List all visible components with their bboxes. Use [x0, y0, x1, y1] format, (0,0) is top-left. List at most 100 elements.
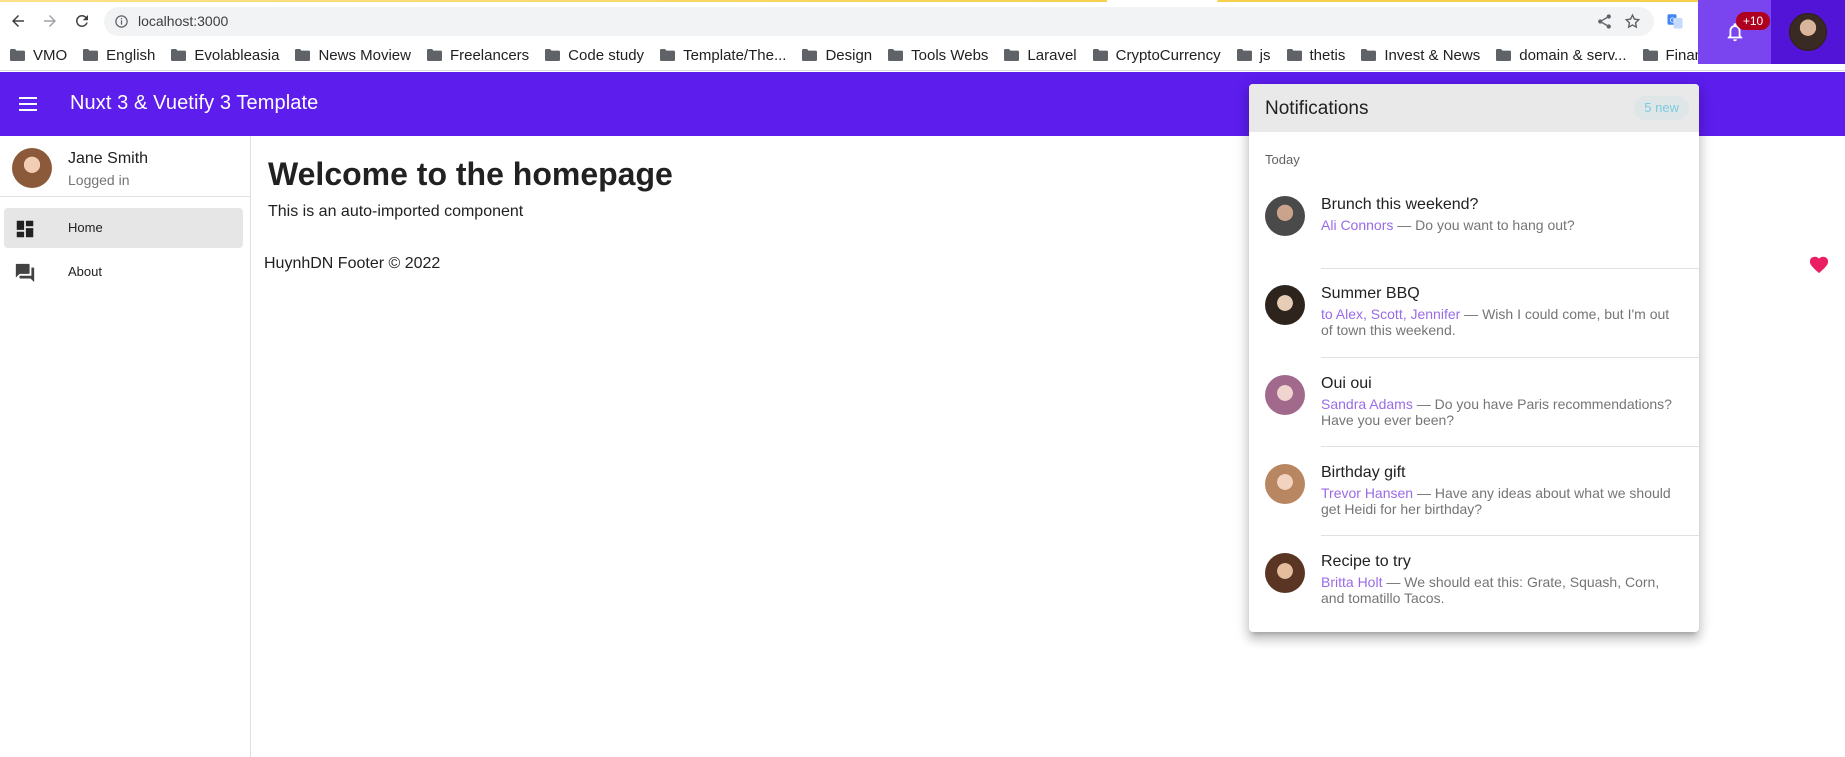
bookmark-label: Code study [568, 46, 645, 64]
star-icon[interactable] [1624, 13, 1641, 30]
bookmark-folder[interactable]: Tools Webs [888, 47, 988, 64]
bookmark-folder[interactable]: News Moview [295, 47, 411, 64]
notification-item[interactable]: Summer BBQ to Alex, Scott, Jennifer — Wi… [1249, 285, 1699, 373]
notification-title: Summer BBQ [1321, 285, 1420, 302]
bookmark-folder[interactable]: VMO [10, 47, 67, 64]
drawer-user-header: Jane Smith Logged in [0, 136, 250, 197]
folder-icon [1286, 49, 1302, 61]
notification-title: Oui oui [1321, 375, 1372, 392]
bookmark-folder[interactable]: Template/The... [660, 47, 786, 64]
reload-button[interactable] [70, 9, 94, 33]
bookmark-label: Freelancers [449, 46, 530, 64]
forum-icon [15, 263, 35, 283]
bookmark-folder[interactable]: Evolableasia [171, 47, 279, 64]
folder-icon [802, 49, 818, 61]
notification-sender: Ali Connors [1321, 217, 1394, 233]
info-icon[interactable] [114, 14, 129, 29]
notification-title: Recipe to try [1321, 553, 1411, 570]
notification-sender: Britta Holt [1321, 574, 1383, 590]
notifications-title: Notifications [1265, 98, 1369, 119]
folder-icon [10, 49, 25, 61]
notification-count-badge: +10 [1736, 12, 1770, 30]
bookmark-folder[interactable]: domain & serv... [1496, 46, 1627, 64]
bookmark-label: English [106, 46, 156, 64]
user-status: Logged in [68, 172, 130, 188]
divider [1321, 268, 1699, 269]
app-title: Nuxt 3 & Vuetify 3 Template [70, 92, 319, 114]
folder-icon [171, 49, 187, 61]
bookmark-label: domain & serv... [1519, 46, 1627, 64]
folder-icon [1236, 49, 1252, 61]
folder-icon [83, 49, 99, 61]
address-bar[interactable]: localhost:3000 [104, 7, 1654, 36]
divider [1321, 535, 1699, 536]
notification-body: Trevor Hansen — Have any ideas about wha… [1321, 485, 1683, 517]
navigation-drawer: Jane Smith Logged in Home About [0, 136, 251, 757]
notification-sender: Sandra Adams [1321, 396, 1413, 412]
folder-icon [1642, 49, 1658, 61]
sidebar-item-about[interactable]: About [4, 252, 243, 292]
footer-text: HuynhDN Footer © 2022 [264, 255, 441, 272]
avatar [1265, 464, 1305, 504]
notification-item[interactable]: Birthday gift Trevor Hansen — Have any i… [1249, 464, 1699, 552]
notifications-header: Notifications 5 new [1249, 84, 1699, 132]
bookmark-label: News Moview [318, 46, 411, 64]
divider [1321, 446, 1699, 447]
translate-extension-icon[interactable]: G [1666, 12, 1684, 30]
share-icon[interactable] [1596, 13, 1613, 30]
forward-button[interactable] [38, 9, 62, 33]
user-name: Jane Smith [68, 150, 149, 167]
notifications-subheader: Today [1265, 152, 1300, 167]
folder-icon [1004, 49, 1020, 61]
notification-item[interactable]: Brunch this weekend? Ali Connors — Do yo… [1249, 196, 1699, 284]
bookmarks-bar: VMO English Evolableasia News Moview Freelan… [0, 40, 1845, 71]
notification-body: Sandra Adams — Do you have Paris recomme… [1321, 396, 1683, 428]
notification-body: Ali Connors — Do you want to hang out? [1321, 217, 1683, 233]
reload-icon [75, 14, 88, 27]
menu-icon[interactable] [19, 94, 41, 114]
new-count-chip: 5 new [1634, 96, 1689, 120]
url-text: localhost:3000 [138, 13, 229, 29]
svg-text:G: G [1670, 17, 1675, 25]
user-menu-button[interactable] [1771, 0, 1845, 64]
bookmark-label: CryptoCurrency [1115, 46, 1221, 64]
sidebar-item-label: Home [68, 220, 103, 235]
folder-icon [1361, 49, 1377, 61]
bookmark-label: Design [825, 46, 873, 64]
arrow-left-icon [12, 15, 24, 27]
bookmark-label: Template/The... [683, 46, 787, 64]
notification-text: — Do you want to hang out? [1393, 217, 1575, 233]
avatar [1789, 13, 1827, 51]
folder-icon [1496, 49, 1512, 61]
avatar [1265, 553, 1305, 593]
notification-sender: to Alex, Scott, Jennifer [1321, 306, 1461, 322]
bookmark-folder[interactable]: thetis [1286, 46, 1346, 64]
bookmark-label: Evolableasia [194, 46, 280, 64]
folder-icon [660, 49, 676, 61]
bookmark-folder[interactable]: CryptoCurrency [1092, 46, 1221, 64]
avatar [12, 148, 52, 188]
arrow-right-icon [44, 15, 56, 27]
bookmark-folder[interactable]: English [83, 47, 155, 64]
notifications-button[interactable] [1698, 0, 1771, 64]
folder-icon [426, 49, 442, 61]
back-button[interactable] [6, 9, 30, 33]
heart-icon [1809, 256, 1829, 274]
browser-toolbar: localhost:3000 G [0, 2, 1845, 40]
bookmark-folder[interactable]: Invest & News [1361, 47, 1480, 64]
sidebar-item-label: About [68, 264, 102, 279]
bookmark-label: Invest & News [1384, 46, 1481, 64]
notification-item[interactable]: Oui oui Sandra Adams — Do you have Paris… [1249, 375, 1699, 463]
sidebar-item-home[interactable]: Home [4, 208, 243, 248]
avatar [1265, 285, 1305, 325]
bookmark-folder[interactable]: Freelancers [426, 46, 530, 64]
bookmark-label: Tools Webs [911, 46, 989, 64]
bookmark-folder[interactable]: Design [802, 47, 872, 64]
bookmark-folder[interactable]: Laravel [1004, 46, 1077, 64]
notification-item[interactable]: Recipe to try Britta Holt — We should ea… [1249, 553, 1699, 632]
bookmark-folder[interactable]: Code study [545, 47, 644, 64]
bookmark-label: Laravel [1027, 46, 1077, 64]
bookmark-label: thetis [1309, 46, 1346, 64]
bookmark-label: VMO [33, 46, 68, 64]
bookmark-folder[interactable]: js [1236, 47, 1271, 64]
